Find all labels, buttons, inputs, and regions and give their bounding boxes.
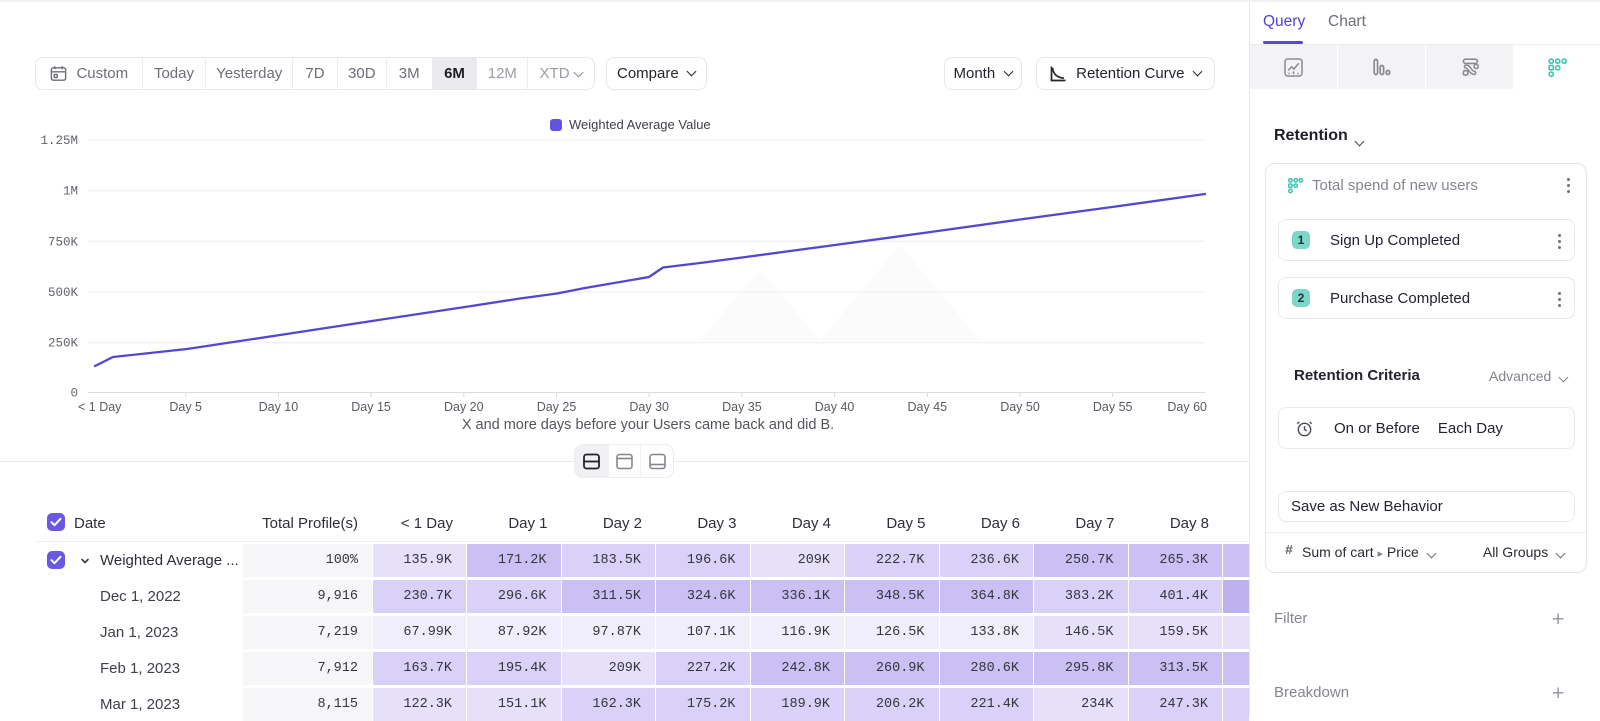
svg-text:Day 55: Day 55 <box>1093 400 1133 414</box>
svg-text:Day 15: Day 15 <box>351 400 391 414</box>
svg-text:Day 40: Day 40 <box>815 400 855 414</box>
svg-text:Day 25: Day 25 <box>537 400 577 414</box>
svg-text:Day 5: Day 5 <box>169 400 202 414</box>
svg-text:500K: 500K <box>48 286 79 300</box>
svg-text:Day 30: Day 30 <box>629 400 669 414</box>
svg-text:250K: 250K <box>48 337 79 351</box>
svg-text:< 1 Day: < 1 Day <box>78 400 122 414</box>
svg-text:Day 35: Day 35 <box>722 400 762 414</box>
svg-text:Day 45: Day 45 <box>907 400 947 414</box>
svg-text:Day 10: Day 10 <box>259 400 299 414</box>
svg-text:Day 60: Day 60 <box>1167 400 1207 414</box>
svg-text:1.25M: 1.25M <box>40 134 78 148</box>
svg-text:750K: 750K <box>48 235 79 249</box>
svg-text:1M: 1M <box>63 185 78 199</box>
svg-text:Day 20: Day 20 <box>444 400 484 414</box>
svg-text:Day 50: Day 50 <box>1000 400 1040 414</box>
svg-text:0: 0 <box>70 387 78 401</box>
